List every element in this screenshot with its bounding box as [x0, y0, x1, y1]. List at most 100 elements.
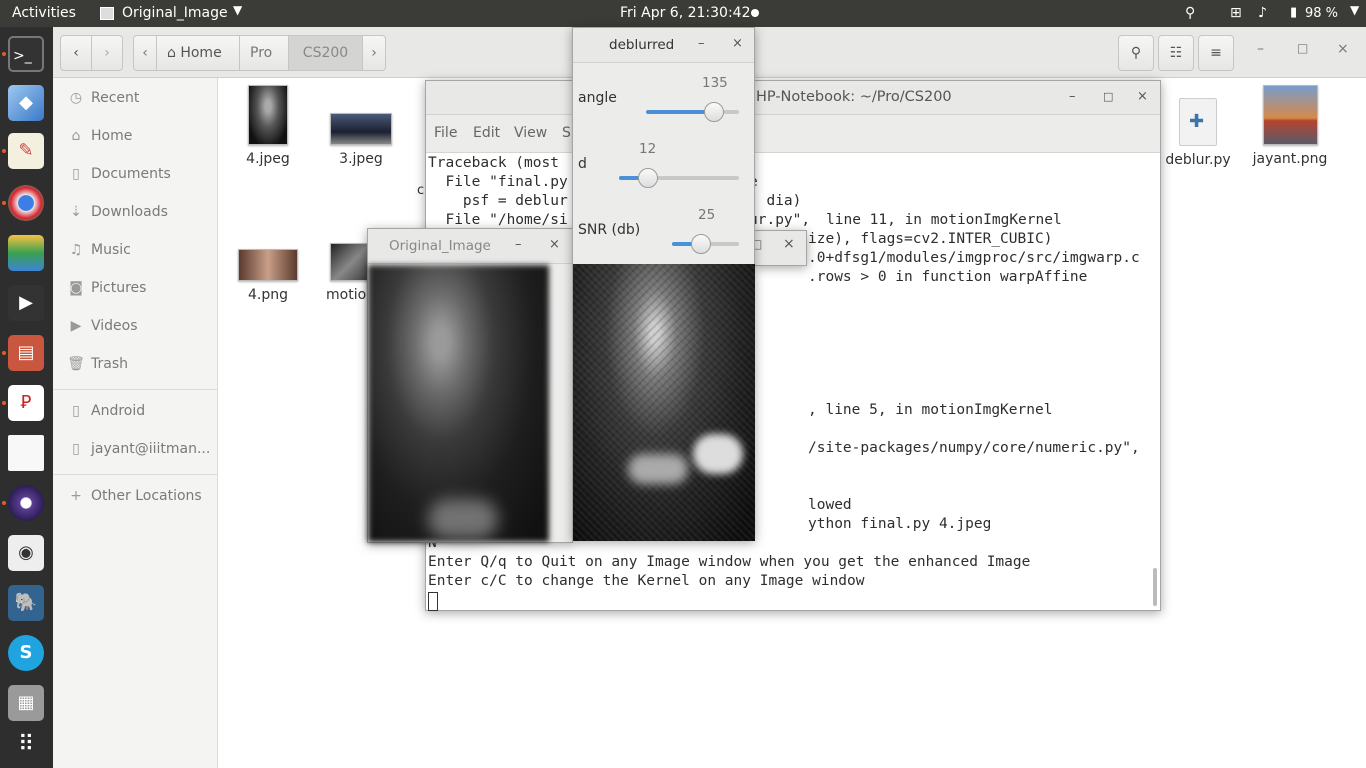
terminal-line: ython final.py 4.jpeg	[808, 516, 992, 532]
minimize-button[interactable]: –	[1069, 89, 1076, 104]
d-slider[interactable]	[619, 168, 739, 188]
sidebar-item-home[interactable]: ⌂ Home	[67, 128, 133, 150]
close-button[interactable]: ×	[549, 237, 560, 252]
video-icon[interactable]: ▶	[8, 285, 44, 321]
accessibility-icon[interactable]: ⚲	[1185, 5, 1195, 21]
sidebar-item-documents[interactable]: ▯ Documents	[67, 166, 171, 188]
snr-slider[interactable]	[672, 234, 739, 254]
cube-icon[interactable]: ◆	[8, 85, 44, 121]
activities-button[interactable]: Activities	[12, 5, 76, 21]
angle-slider[interactable]	[646, 102, 739, 122]
sidebar-divider	[53, 389, 218, 390]
file-item[interactable]: ✚ deblur.py	[1148, 98, 1248, 168]
back-button[interactable]: ‹	[60, 35, 92, 71]
file-item-partial[interactable]: c	[417, 183, 424, 198]
postgres-icon[interactable]: 🐘	[8, 585, 44, 621]
minimize-button[interactable]: –	[1257, 41, 1264, 57]
battery-percent[interactable]: 98 %	[1305, 6, 1338, 21]
close-button[interactable]: ×	[732, 36, 743, 51]
image-thumbnail	[1262, 85, 1318, 145]
terminal-line-fragment: ur.py",	[749, 212, 819, 228]
background-window-titlebar: □ ×	[751, 230, 807, 266]
chevron-down-icon[interactable]: ▼	[233, 3, 242, 17]
search-button[interactable]: ⚲	[1118, 35, 1154, 71]
app-grid-icon[interactable]: ⠿	[8, 727, 44, 763]
sidebar-item-remote[interactable]: ▯ jayant@iiitman...	[67, 441, 210, 463]
breadcrumb-home[interactable]: ⌂ Home	[156, 35, 240, 71]
minimize-button[interactable]: –	[515, 237, 522, 252]
skype-icon[interactable]: S	[8, 635, 44, 671]
chrome-icon[interactable]	[8, 185, 44, 221]
menu-button[interactable]: ≡	[1198, 35, 1234, 71]
menu-file[interactable]: File	[434, 125, 457, 141]
sidebar-item-music[interactable]: ♫ Music	[67, 242, 131, 264]
original-image-titlebar[interactable]: Original_Image – ×	[368, 229, 572, 264]
slider-label: d	[578, 156, 587, 172]
terminal-titlebar[interactable]: HP-Notebook: ~/Pro/CS200 – □ ×	[426, 81, 1160, 115]
window-title: Original_Image	[389, 238, 491, 254]
close-button[interactable]: ×	[1337, 41, 1349, 57]
close-button[interactable]: ×	[783, 236, 795, 252]
battery-icon[interactable]: ▮	[1290, 5, 1297, 20]
document-icon[interactable]	[8, 435, 44, 471]
terminal-menubar: File Edit View S	[426, 115, 1160, 153]
menu-search[interactable]: S	[562, 125, 571, 141]
phone-icon: ▯	[72, 403, 80, 419]
files-icon[interactable]: ▤	[8, 335, 44, 371]
window-title: deblurred	[609, 37, 675, 53]
sidebar-item-trash[interactable]: 🗑 Trash	[67, 356, 128, 378]
image-highlight	[428, 499, 498, 539]
slider-value: 25	[698, 207, 716, 223]
text-editor-icon[interactable]: ✎	[8, 133, 44, 169]
breadcrumb-cs200[interactable]: CS200	[288, 35, 363, 71]
slider-knob[interactable]	[691, 234, 711, 254]
usb-icon[interactable]: ▦	[8, 685, 44, 721]
breadcrumb-right-arrow[interactable]: ›	[362, 35, 386, 71]
breadcrumb-left-arrow[interactable]: ‹	[133, 35, 157, 71]
notification-dot-icon	[751, 9, 759, 17]
file-item[interactable]: jayant.png	[1240, 85, 1340, 167]
speaker-icon[interactable]: ◉	[8, 535, 44, 571]
sidebar-item-android[interactable]: ▯ Android	[67, 403, 145, 425]
image-thumbnail	[330, 113, 392, 145]
app-menu-label[interactable]: Original_Image	[122, 5, 228, 21]
pdf-icon[interactable]: Ꝑ	[8, 385, 44, 421]
slider-value: 12	[639, 141, 657, 157]
maximize-button[interactable]: □	[1103, 90, 1113, 103]
menu-view[interactable]: View	[514, 125, 547, 141]
file-item[interactable]: motion	[310, 243, 375, 303]
close-button[interactable]: ×	[1137, 89, 1148, 104]
sidebar-item-videos[interactable]: ▶ Videos	[67, 318, 138, 340]
image-highlight	[693, 434, 743, 474]
terminal-icon[interactable]: >_	[8, 36, 44, 72]
maximize-button[interactable]: □	[1297, 41, 1308, 55]
eclipse-icon[interactable]	[8, 485, 44, 521]
menu-edit[interactable]: Edit	[473, 125, 500, 141]
phone-icon: ▯	[72, 441, 80, 457]
power-menu-icon[interactable]: ▼	[1350, 3, 1359, 17]
sidebar-item-recent[interactable]: ◷ Recent	[67, 90, 140, 112]
layers-icon[interactable]	[8, 235, 44, 271]
volume-icon[interactable]: ♪	[1258, 5, 1267, 21]
sidebar-item-downloads[interactable]: ⇣ Downloads	[67, 204, 168, 226]
clock[interactable]: Fri Apr 6, 21:30:42	[620, 5, 750, 21]
file-item[interactable]: 4.jpeg	[218, 85, 318, 167]
file-item[interactable]: 3.jpeg	[311, 113, 411, 167]
terminal-scrollbar[interactable]	[1153, 568, 1157, 606]
sidebar-item-other-locations[interactable]: + Other Locations	[67, 488, 202, 510]
document-icon: ▯	[72, 166, 80, 182]
slider-knob[interactable]	[704, 102, 724, 122]
home-icon: ⌂	[71, 128, 81, 144]
top-bar: Activities Original_Image ▼ Fri Apr 6, 2…	[0, 0, 1366, 27]
view-toggle-button[interactable]: ☷	[1158, 35, 1194, 71]
file-item[interactable]: 4.png	[218, 249, 318, 303]
minimize-button[interactable]: –	[698, 36, 705, 51]
forward-button[interactable]: ›	[91, 35, 123, 71]
network-icon[interactable]: ⊞	[1230, 5, 1242, 21]
slider-knob[interactable]	[638, 168, 658, 188]
deblurred-image-canvas	[573, 264, 755, 541]
breadcrumb-pro[interactable]: Pro	[239, 35, 289, 71]
deblurred-titlebar[interactable]: deblurred – ×	[573, 28, 754, 63]
sidebar-item-pictures[interactable]: ◙ Pictures	[67, 280, 146, 302]
video-icon: ▶	[70, 318, 82, 334]
